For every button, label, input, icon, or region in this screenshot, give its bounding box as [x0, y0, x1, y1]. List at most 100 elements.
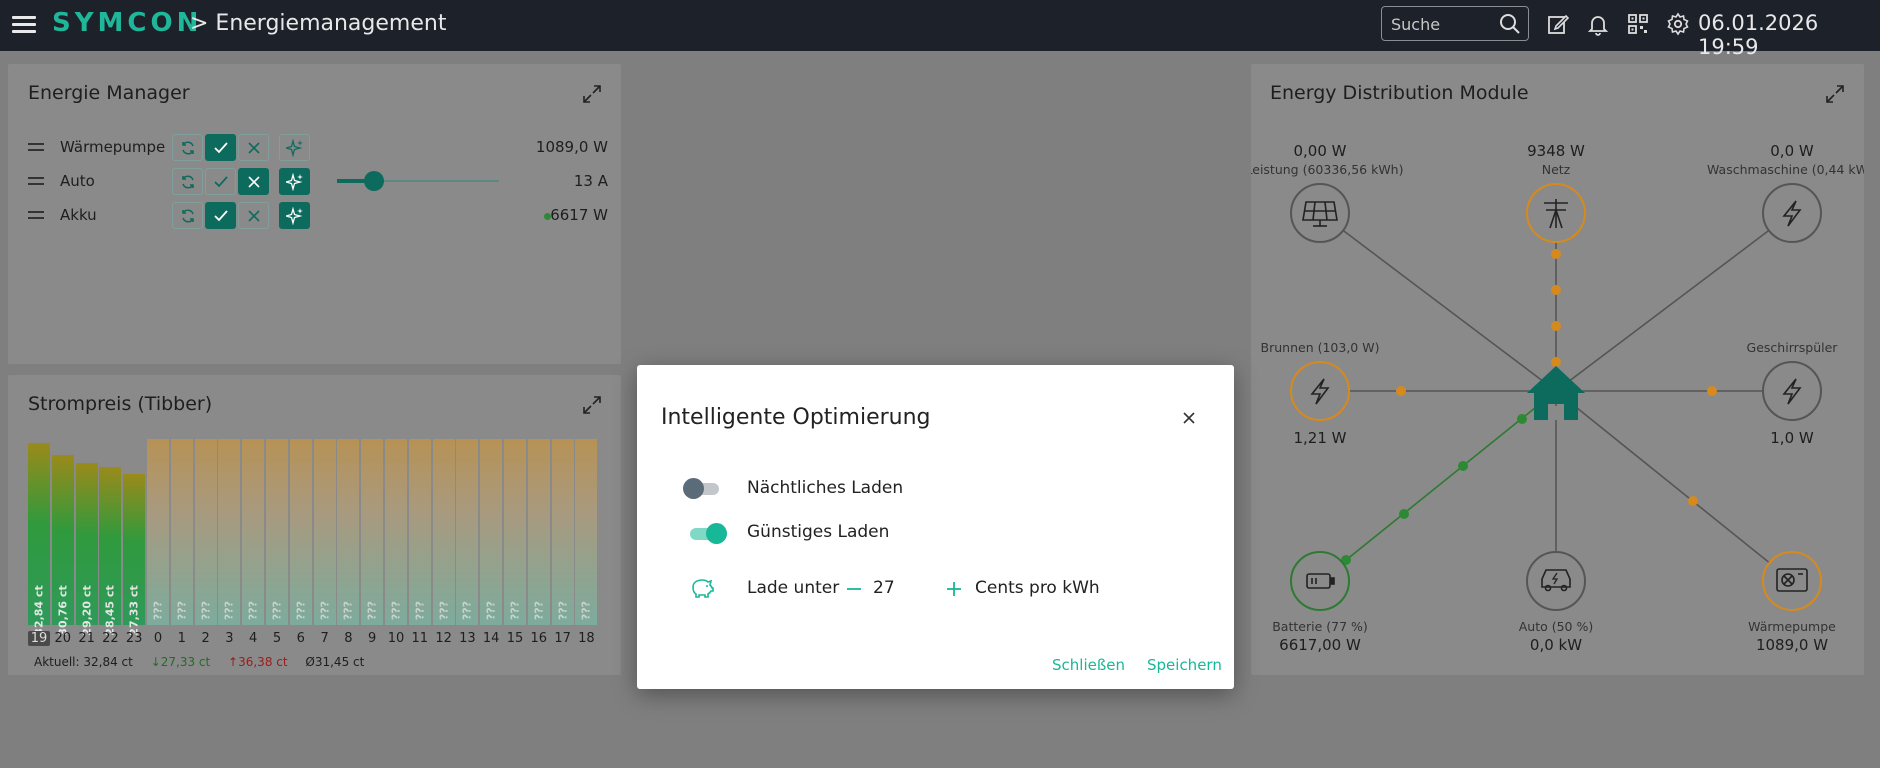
- price-bar: ???: [147, 439, 169, 625]
- search-input[interactable]: [1391, 13, 1501, 35]
- smart-mode-button[interactable]: [279, 168, 310, 195]
- price-bar: ???: [480, 439, 503, 625]
- piggy-bank-icon: [692, 579, 714, 598]
- dishwasher-label: Geschirrspüler: [1746, 340, 1838, 355]
- page-title: > Energiemanagement: [190, 11, 447, 36]
- flow-dot: [1551, 285, 1561, 295]
- electricity-price-card: Strompreis (Tibber) 32,84 ct 19 30,76 ct 20…: [8, 375, 621, 675]
- max-price: ↑36,38 ct: [228, 655, 288, 669]
- refresh-icon: [181, 174, 194, 189]
- qr-code-icon[interactable]: [1626, 12, 1650, 36]
- off-button[interactable]: [238, 202, 269, 229]
- close-icon[interactable]: [1180, 409, 1198, 427]
- unit-label: Cents pro kWh: [975, 578, 1100, 598]
- smart-mode-button[interactable]: [279, 202, 310, 229]
- flow-dot: [1551, 321, 1561, 331]
- device-label: Wärmepumpe: [60, 138, 166, 156]
- device-value: 13 A: [573, 172, 608, 190]
- dishwasher-value: 1,0 W: [1770, 429, 1814, 447]
- price-bar: ???: [170, 439, 193, 625]
- nightly-charging-toggle[interactable]: [683, 478, 719, 499]
- charge-threshold-input[interactable]: [873, 576, 933, 600]
- flow-dot: [1458, 461, 1468, 471]
- current-price: Aktuell: 32,84 ct: [34, 655, 133, 669]
- price-bar: 32,84 ct: [28, 443, 50, 636]
- hour-tick-label: 2: [201, 631, 210, 646]
- dialog-title: Intelligente Optimierung: [661, 405, 931, 430]
- hour-tick-label: 12: [435, 631, 452, 646]
- optimization-dialog: Intelligente Optimierung Nächtliches Lad…: [637, 365, 1234, 689]
- hour-tick-label: 13: [459, 631, 476, 646]
- search-icon[interactable]: [1499, 13, 1521, 35]
- hour-tick-label: 9: [368, 631, 377, 646]
- on-button[interactable]: [205, 202, 236, 229]
- sparkle-icon: [285, 206, 303, 225]
- heat-pump-value: 1089,0 W: [1755, 636, 1829, 654]
- hour-tick-label: 19: [28, 631, 50, 646]
- on-button[interactable]: [205, 134, 236, 161]
- flow-line: [1555, 212, 1793, 392]
- min-price: ↓27,33 ct: [150, 655, 211, 669]
- auto-mode-button[interactable]: [172, 202, 203, 229]
- cheap-charging-toggle[interactable]: [688, 523, 727, 544]
- price-bar: ???: [575, 439, 598, 625]
- edit-icon[interactable]: [1546, 12, 1570, 36]
- on-button[interactable]: [205, 168, 236, 195]
- washing-machine-label: Waschmaschine (0,44 kW: [1707, 162, 1864, 177]
- price-bar: 28,45 ct: [99, 467, 122, 636]
- drag-handle-icon[interactable]: [28, 211, 44, 219]
- off-button[interactable]: [238, 134, 269, 161]
- heat-pump-label: Wärmepumpe: [1748, 619, 1836, 634]
- decrement-button[interactable]: [844, 579, 864, 599]
- expand-icon[interactable]: [582, 395, 602, 415]
- off-button[interactable]: [238, 168, 269, 195]
- battery-node: [1290, 551, 1350, 611]
- current-slider-thumb[interactable]: [364, 171, 385, 191]
- hour-tick-label: 8: [344, 631, 353, 646]
- hour-tick-label: 4: [249, 631, 258, 646]
- price-bar: ???: [289, 439, 312, 625]
- price-bar: 30,76 ct: [51, 454, 74, 636]
- avg-price: Ø31,45 ct: [305, 655, 365, 669]
- battery-label: Batterie (77 %): [1272, 619, 1368, 634]
- price-bar: ???: [408, 439, 431, 625]
- price-bar-label: ???: [532, 600, 546, 621]
- search-box: [1381, 6, 1529, 41]
- hour-tick-label: 1: [177, 631, 186, 646]
- price-bar: ???: [242, 439, 265, 625]
- price-bar-label: ???: [460, 600, 474, 621]
- pv-node: [1290, 183, 1350, 243]
- price-bar: ???: [504, 439, 526, 625]
- auto-mode-button[interactable]: [172, 134, 203, 161]
- price-bar: ???: [218, 439, 241, 625]
- check-icon: [213, 175, 228, 187]
- price-bar-label: ???: [294, 600, 308, 621]
- price-bar-label: ???: [199, 600, 213, 621]
- price-bar-label: ???: [175, 600, 189, 621]
- list-item: Wärmepumpe 1089,0 W: [8, 131, 628, 161]
- hour-tick-label: 11: [411, 631, 429, 646]
- save-button[interactable]: Speichern: [1147, 656, 1222, 674]
- bell-icon[interactable]: [1586, 12, 1610, 36]
- close-icon: [247, 175, 260, 188]
- sparkle-icon: [285, 172, 303, 191]
- flow-dot: [1399, 509, 1409, 519]
- auto-mode-button[interactable]: [172, 168, 203, 195]
- hour-tick-label: 14: [482, 631, 500, 646]
- well-pump-node: [1290, 361, 1350, 421]
- menu-icon[interactable]: [12, 14, 36, 34]
- smart-mode-button[interactable]: [279, 134, 310, 161]
- price-bar-label: 28,45 ct: [103, 585, 117, 636]
- close-button[interactable]: Schließen: [1052, 656, 1125, 674]
- expand-icon[interactable]: [582, 84, 602, 104]
- drag-handle-icon[interactable]: [28, 143, 44, 151]
- hour-tick-label: 10: [387, 631, 405, 646]
- cheap-charging-label: Günstiges Laden: [747, 522, 890, 542]
- charge-below-label: Lade unter: [747, 578, 840, 598]
- symcon-logo[interactable]: SYMCON: [52, 8, 202, 38]
- flow-dot: [1688, 496, 1698, 506]
- drag-handle-icon[interactable]: [28, 177, 44, 185]
- energy-distribution-card: Energy Distribution Module 0,00 W -Leist…: [1251, 64, 1864, 675]
- increment-button[interactable]: [944, 579, 964, 599]
- gear-icon[interactable]: [1666, 12, 1690, 36]
